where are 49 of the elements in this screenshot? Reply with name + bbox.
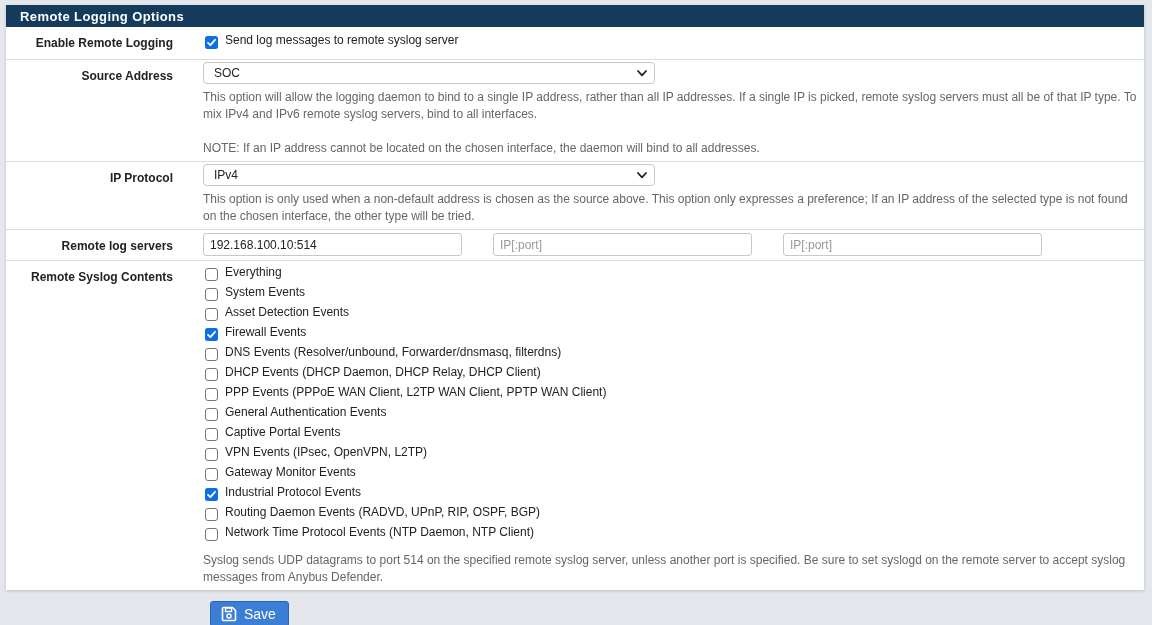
field-label: Source Address <box>81 69 173 83</box>
checkbox-label: Routing Daemon Events (RADVD, UPnP, RIP, OSPF, BGP) <box>225 504 541 521</box>
checkbox[interactable] <box>205 268 218 281</box>
chevron-down-icon <box>637 171 647 179</box>
checkbox-label: DNS Events (Resolver/unbound, Forwarder/dnsmasq, filterdns) <box>225 344 562 361</box>
checkbox-label: Send log messages to remote syslog server <box>225 32 459 49</box>
checkbox-label: Network Time Protocol Events (NTP Daemon, NTP Client) <box>225 524 534 541</box>
checkbox-label: System Events <box>225 284 306 301</box>
checkbox[interactable] <box>205 428 218 441</box>
field-label: IP Protocol <box>109 171 173 185</box>
checkbox-label: Asset Detection Events <box>225 304 350 321</box>
checkbox-label: DHCP Events (DHCP Daemon, DHCP Relay, DHCP Client) <box>225 364 541 381</box>
checkbox[interactable] <box>205 528 218 541</box>
help-text: This option will allow the logging daemon to bind to a single IP address, rather than all IP addresses. If a single IP is picked, remote syslog servers must all be of that IP type. To mix IPv4 and IPv6 remote syslog servers, bind to all interfaces. <box>203 89 1138 123</box>
checkbox[interactable] <box>205 288 218 301</box>
checkbox[interactable] <box>205 348 218 361</box>
checkbox[interactable] <box>205 308 218 321</box>
save-icon <box>221 606 237 622</box>
checkbox[interactable] <box>205 468 218 481</box>
help-text: Syslog sends UDP datagrams to port 514 on the specified remote syslog server, unless another port is specified. Be sure to set syslogd on the remote server to accept syslog messages from Anybus Defender. <box>203 552 1127 586</box>
field-label: Remote log servers <box>61 239 173 253</box>
help-text: This option is only used when a non-default address is chosen as the source above. This option only expresses a preference; If an IP address of the selected type is not found on the chosen interface, the other type will be tried. <box>203 191 1129 225</box>
server-input[interactable]: IP[:port] <box>783 233 1042 256</box>
checkbox-label: General Authentication Events <box>225 404 387 421</box>
server-input[interactable]: 192.168.100.10:514 <box>203 233 462 256</box>
checkbox[interactable] <box>205 508 218 521</box>
dropdown-select[interactable]: IPv4 <box>203 164 655 186</box>
checkbox-label: Gateway Monitor Events <box>225 464 356 481</box>
help-text: NOTE: If an IP address cannot be located on the chosen interface, the daemon will bind to all addresses. <box>203 140 761 157</box>
checkbox-label: Everything <box>225 264 282 281</box>
checkbox[interactable] <box>205 488 218 501</box>
checkbox-label: Firewall Events <box>225 324 307 341</box>
checkbox[interactable] <box>205 368 218 381</box>
checkbox[interactable] <box>205 36 218 49</box>
chevron-down-icon <box>637 69 647 77</box>
checkbox-label: VPN Events (IPsec, OpenVPN, L2TP) <box>225 444 428 461</box>
dropdown-select[interactable]: SOC <box>203 62 655 84</box>
server-input[interactable]: IP[:port] <box>493 233 752 256</box>
checkbox[interactable] <box>205 448 218 461</box>
panel-title: Remote Logging Options <box>20 8 185 24</box>
field-label: Remote Syslog Contents <box>30 270 173 284</box>
checkbox-label: Industrial Protocol Events <box>225 484 362 501</box>
save-button[interactable]: Save <box>210 601 289 625</box>
checkbox-label: PPP Events (PPPoE WAN Client, L2TP WAN Client, PPTP WAN Client) <box>225 384 607 401</box>
checkbox[interactable] <box>205 388 218 401</box>
field-label: Enable Remote Logging <box>35 36 173 50</box>
checkbox[interactable] <box>205 328 218 341</box>
checkbox-label: Captive Portal Events <box>225 424 341 441</box>
checkbox[interactable] <box>205 408 218 421</box>
